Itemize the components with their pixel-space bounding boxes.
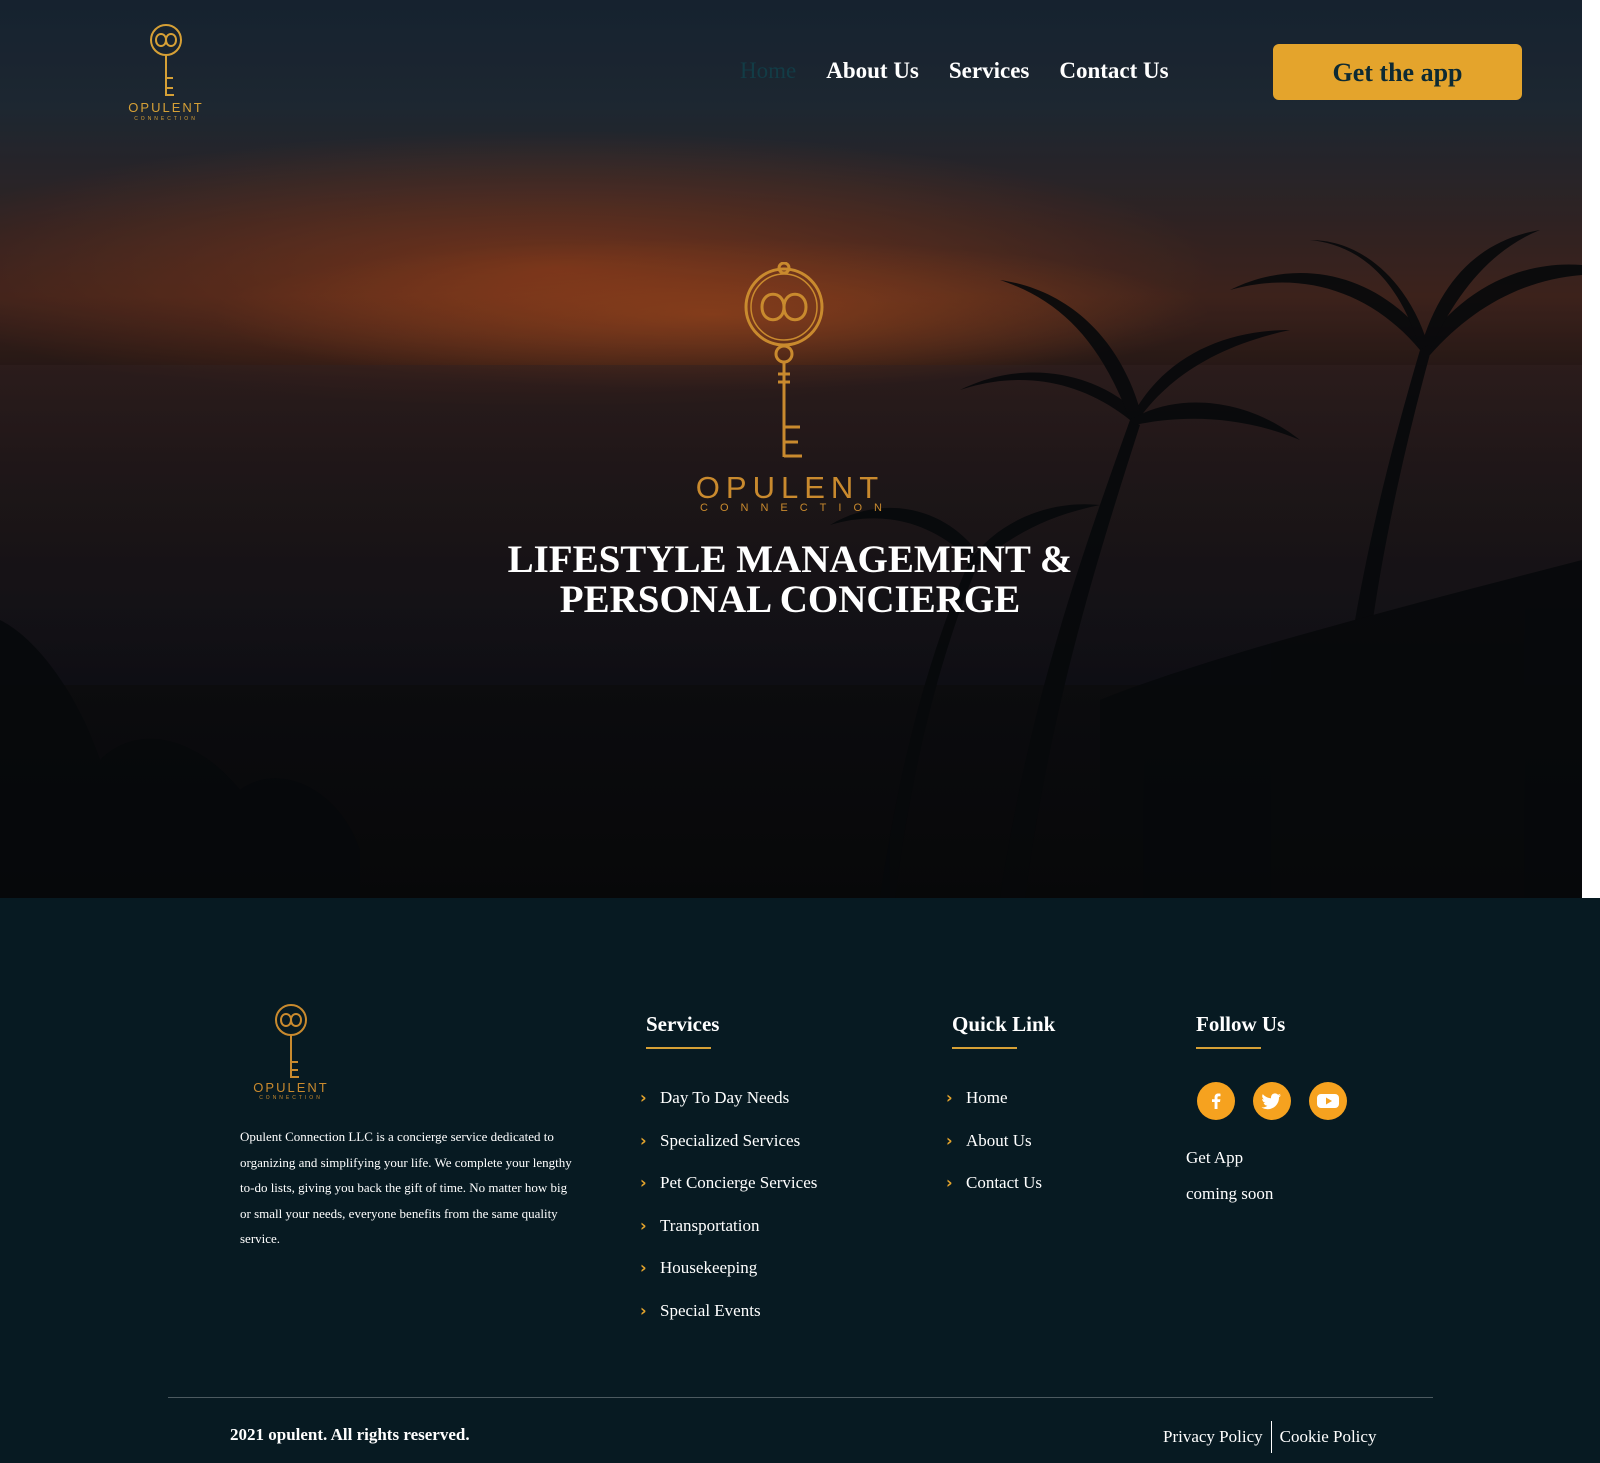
hero-logo-wordmark: OPULENT: [695, 470, 885, 505]
copyright-text: 2021 opulent. All rights reserved.: [230, 1425, 470, 1444]
footer-follow-title: Follow Us: [1196, 1012, 1286, 1036]
chevron-right-icon: ›: [640, 1300, 647, 1320]
chevron-right-icon: ›: [640, 1130, 647, 1150]
footer-service-item[interactable]: › Specialized Services: [640, 1131, 817, 1174]
key-emblem-icon: [744, 261, 824, 458]
footer-quicklink-contact-us[interactable]: › Contact Us: [946, 1173, 1042, 1216]
footer-service-item[interactable]: › Transportation: [640, 1216, 817, 1259]
footer-service-item[interactable]: › Pet Concierge Services: [640, 1173, 817, 1216]
page-scrollbar-track: [1582, 0, 1600, 898]
footer-services-title: Services: [646, 1012, 720, 1036]
social-links: [1197, 1082, 1347, 1120]
nav-contact-us[interactable]: Contact Us: [1059, 56, 1168, 86]
footer-logo-wordmark: OPULENT: [253, 1080, 329, 1095]
nav-home[interactable]: Home: [740, 56, 796, 86]
hero-headline-line-2: PERSONAL CONCIERGE: [559, 578, 1021, 621]
main-navigation: Home About Us Services Contact Us: [740, 56, 1199, 86]
footer-services-heading: Services: [646, 1012, 720, 1049]
header-logo[interactable]: OPULENT CONNECTION: [118, 18, 214, 128]
key-logo-icon: [275, 1004, 307, 1078]
footer-description: Opulent Connection LLC is a concierge se…: [240, 1129, 572, 1246]
legal-separator: [1270, 1421, 1272, 1453]
get-app-label: Get App: [1186, 1148, 1244, 1167]
hero-logo-tagline: CONNECTION: [700, 502, 894, 514]
twitter-icon[interactable]: [1253, 1082, 1291, 1120]
footer-quicklinks-list: › Home › About Us › Contact Us: [946, 1088, 1042, 1216]
footer-quicklink-about-us[interactable]: › About Us: [946, 1131, 1042, 1174]
legal-links: Privacy Policy Cookie Policy: [1163, 1421, 1376, 1453]
footer-divider: [168, 1397, 1433, 1398]
footer-logo[interactable]: OPULENT CONNECTION: [245, 1000, 337, 1104]
footer-services-list: › Day To Day Needs › Specialized Services …: [640, 1088, 817, 1343]
nav-services[interactable]: Services: [949, 56, 1029, 86]
chevron-right-icon: ›: [640, 1258, 647, 1277]
cookie-policy-link[interactable]: Cookie Policy: [1280, 1427, 1377, 1447]
heading-underline: [646, 1047, 711, 1049]
footer-quicklink-title: Quick Link: [952, 1012, 1056, 1036]
chevron-right-icon: ›: [946, 1173, 953, 1192]
youtube-icon[interactable]: [1309, 1082, 1347, 1120]
hero-headline-line-1: LIFESTYLE MANAGEMENT &: [507, 538, 1073, 581]
get-the-app-button[interactable]: Get the app: [1273, 44, 1522, 100]
chevron-right-icon: ›: [946, 1088, 953, 1107]
chevron-right-icon: ›: [640, 1173, 647, 1192]
coming-soon-label: coming soon: [1186, 1184, 1274, 1203]
hero-headline: LIFESTYLE MANAGEMENT & PERSONAL CONCIERG…: [440, 540, 1140, 620]
logo-tagline: CONNECTION: [134, 116, 198, 122]
key-logo-icon: [150, 24, 182, 96]
facebook-icon[interactable]: [1197, 1082, 1235, 1120]
heading-underline: [1196, 1047, 1261, 1049]
hero-logo: OPULENT CONNECTION: [690, 261, 894, 522]
footer-logo-tagline: CONNECTION: [259, 1095, 323, 1101]
privacy-policy-link[interactable]: Privacy Policy: [1163, 1427, 1263, 1447]
nav-about-us[interactable]: About Us: [826, 56, 919, 86]
footer-quicklink-heading: Quick Link: [952, 1012, 1056, 1049]
logo-wordmark: OPULENT: [128, 100, 204, 115]
chevron-right-icon: ›: [946, 1130, 953, 1150]
footer-service-item[interactable]: › Special Events: [640, 1301, 817, 1344]
get-app-note: Get App coming soon: [1186, 1140, 1273, 1212]
chevron-right-icon: ›: [640, 1088, 647, 1107]
footer-follow-heading: Follow Us: [1196, 1012, 1286, 1049]
heading-underline: [952, 1047, 1017, 1049]
footer-service-item[interactable]: › Housekeeping: [640, 1258, 817, 1301]
chevron-right-icon: ›: [640, 1215, 647, 1235]
footer-quicklink-home[interactable]: › Home: [946, 1088, 1042, 1131]
footer-service-item[interactable]: › Day To Day Needs: [640, 1088, 817, 1131]
